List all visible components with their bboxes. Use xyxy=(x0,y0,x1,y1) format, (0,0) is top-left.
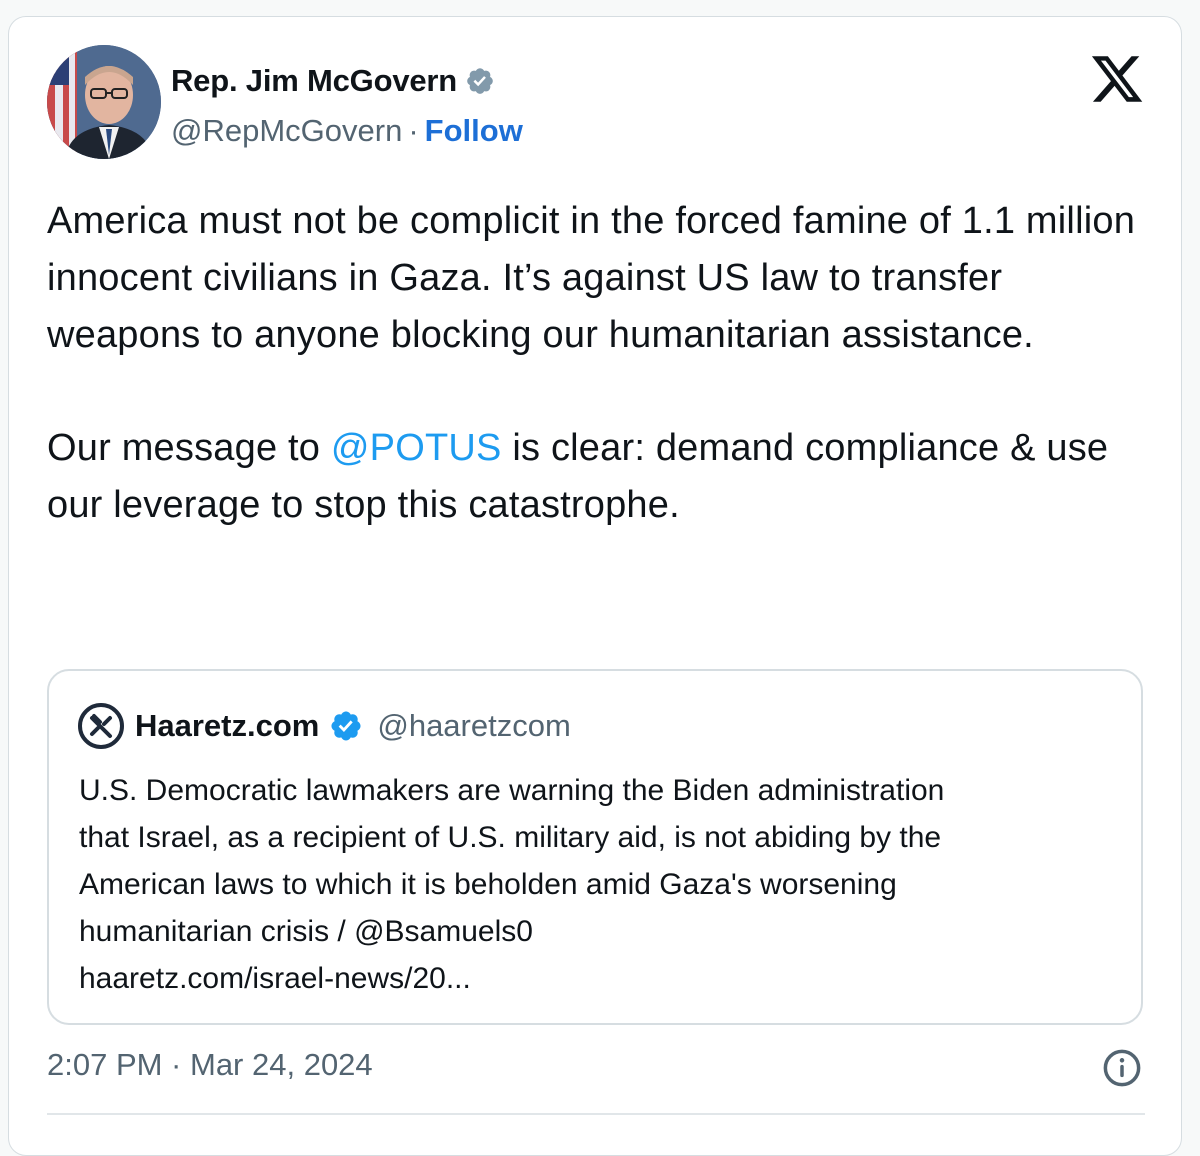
author-avatar[interactable] xyxy=(47,45,161,159)
tweet-paragraph-1: America must not be complicit in the for… xyxy=(47,200,1136,356)
quoted-line: American laws to which it is beholden am… xyxy=(79,868,897,901)
tweet-timestamp[interactable]: 2:07 PM · Mar 24, 2024 xyxy=(47,1047,373,1083)
verified-blue-badge-icon xyxy=(331,711,361,741)
quoted-line: U.S. Democratic lawmakers are warning th… xyxy=(79,774,945,807)
tweet-text: America must not be complicit in the for… xyxy=(47,193,1147,534)
author-name-row: Rep. Jim McGovern xyxy=(171,61,495,101)
author-handle[interactable]: @RepMcGovern xyxy=(171,113,402,149)
quoted-line: that Israel, as a recipient of U.S. mili… xyxy=(79,821,942,854)
quoted-line: humanitarian crisis / @Bsamuels0 xyxy=(79,915,533,948)
tweet-paragraph-2: Our message to @POTUS is clear: demand c… xyxy=(47,420,1147,534)
divider xyxy=(47,1113,1145,1115)
author-name[interactable]: Rep. Jim McGovern xyxy=(171,63,457,99)
follow-button[interactable]: Follow xyxy=(425,113,523,149)
quoted-author-name: Haaretz.com xyxy=(135,708,320,743)
verified-grey-badge-icon xyxy=(467,68,493,94)
author-handle-row: @RepMcGovern · Follow xyxy=(171,111,523,151)
separator-dot: · xyxy=(408,113,419,148)
quoted-tweet[interactable]: Haaretz.com @haaretzcom U.S. Democratic … xyxy=(47,669,1143,1025)
paragraph-2-start: Our message to xyxy=(47,427,331,469)
haaretz-logo-icon xyxy=(78,703,124,749)
potus-mention-link[interactable]: @POTUS xyxy=(331,427,502,469)
info-icon[interactable] xyxy=(1101,1047,1143,1089)
x-logo-icon[interactable] xyxy=(1089,51,1145,107)
quoted-tweet-header: Haaretz.com @haaretzcom xyxy=(77,701,571,751)
tweet-card: Rep. Jim McGovern @RepMcGovern · Follow … xyxy=(8,16,1182,1156)
quoted-author-handle: @haaretzcom xyxy=(377,708,571,743)
quoted-tweet-text: U.S. Democratic lawmakers are warning th… xyxy=(79,767,1119,1002)
quoted-link[interactable]: haaretz.com/israel-news/20... xyxy=(79,955,1119,1002)
